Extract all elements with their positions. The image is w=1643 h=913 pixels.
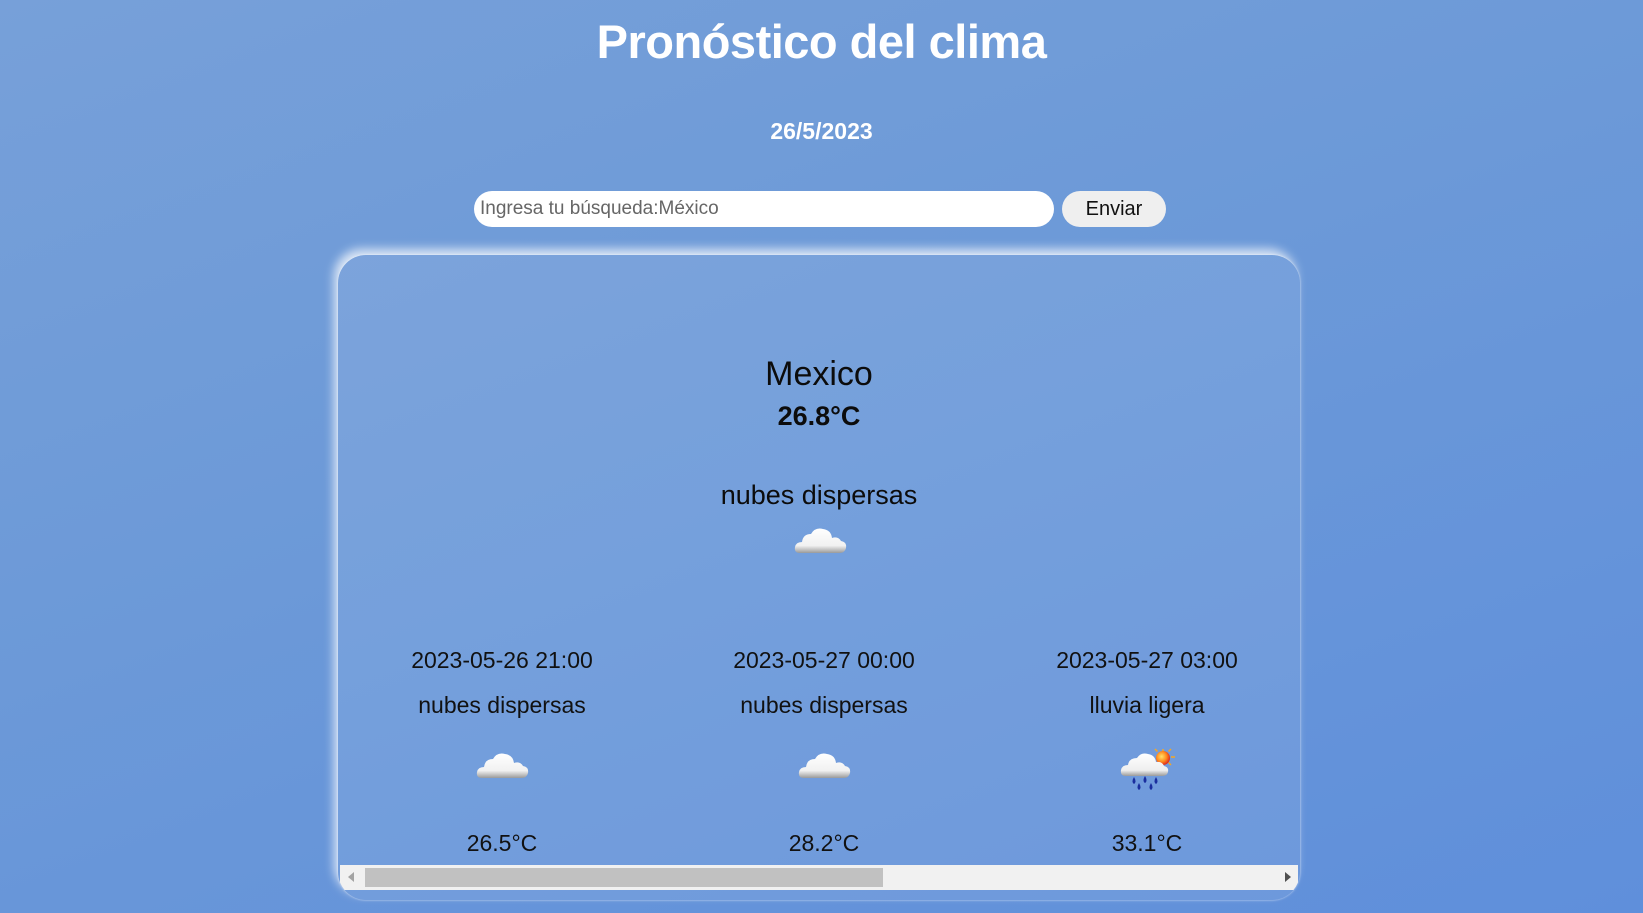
forecast-time: 2023-05-26 21:00 (411, 647, 593, 673)
page-date: 26/5/2023 (770, 118, 873, 144)
forecast-time: 2023-05-27 00:00 (733, 647, 915, 673)
page-title: Pronóstico del clima (596, 15, 1047, 68)
forecast-description: nubes dispersas (418, 692, 586, 718)
scroll-left-arrow-icon[interactable] (340, 865, 362, 890)
city-name: Mexico (765, 355, 873, 393)
search-input[interactable] (474, 191, 1054, 227)
forecast-item: 2023-05-27 00:00 nubes dispersas 28.2°C (674, 645, 974, 858)
forecast-description: lluvia ligera (1089, 692, 1205, 718)
horizontal-scrollbar[interactable] (340, 865, 1298, 890)
cloud-icon (476, 753, 529, 778)
forecast-temperature: 28.2°C (788, 830, 860, 856)
current-description: nubes dispersas (720, 480, 918, 510)
send-button[interactable]: Enviar (1062, 191, 1166, 227)
forecast-item: 2023-05-27 03:00 lluvia ligera 33.1°C (997, 645, 1297, 858)
rain-sun-cloud-icon (1120, 748, 1175, 790)
weather-card: Mexico 26.8°C nubes dispersas 2023-05-26… (338, 255, 1300, 900)
current-temperature: 26.8°C (777, 401, 861, 431)
forecast-temperature: 26.5°C (466, 830, 538, 856)
forecast-description: nubes dispersas (740, 692, 908, 718)
scroll-right-arrow-icon[interactable] (1276, 865, 1298, 890)
scroll-thumb[interactable] (365, 868, 883, 887)
cloud-icon (794, 528, 847, 553)
forecast-temperature: 33.1°C (1111, 830, 1183, 856)
forecast-item: 2023-05-26 21:00 nubes dispersas 26.5°C (352, 645, 652, 858)
forecast-time: 2023-05-27 03:00 (1056, 647, 1238, 673)
cloud-icon (798, 753, 851, 778)
